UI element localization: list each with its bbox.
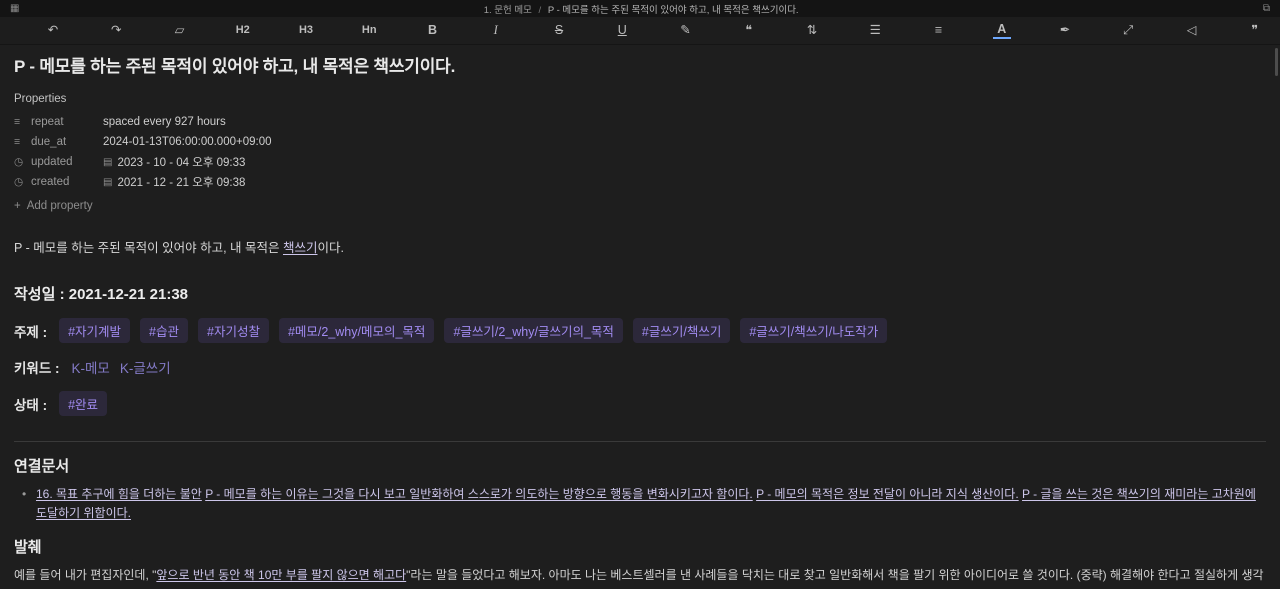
keyword-row: 키워드 : K-메모 K-글쓰기 [14, 357, 1266, 377]
properties-list: ≡ repeat spaced every 927 hours ≡ due_at… [14, 112, 1266, 192]
keyword-label: 키워드 : [14, 361, 60, 376]
excerpt-quote-link[interactable]: 앞으로 반년 동안 책 10만 부를 팔지 않으면 해고다 [156, 568, 406, 582]
property-row-created[interactable]: ◷ created ▤ 2021 - 12 - 21 오후 09:38 [14, 172, 1266, 192]
bullet-list-icon[interactable]: ☰ [866, 21, 884, 41]
text-color-icon[interactable]: A [992, 23, 1011, 39]
speaker-icon[interactable]: ◁ [1183, 21, 1201, 41]
underline-icon[interactable]: U [613, 21, 631, 41]
add-property-button[interactable]: + Add property [14, 200, 1266, 212]
clock-icon: ◷ [14, 156, 24, 168]
italic-icon[interactable]: I [487, 21, 505, 41]
topic-row: 주제 : #자기계발 #습관 #자기성찰 #메모/2_why/메모의_목적 #글… [14, 318, 1266, 343]
plus-icon: + [14, 200, 21, 212]
keyword-link[interactable]: K-메모 [72, 357, 110, 377]
tag[interactable]: #글쓰기/책쓰기/나도작가 [740, 318, 888, 343]
tag[interactable]: #글쓰기/책쓰기 [632, 318, 731, 343]
excerpt-heading: 발췌 [14, 539, 42, 557]
status-row: 상태 : #완료 [14, 391, 1266, 416]
scrollbar[interactable] [1275, 48, 1278, 76]
undo-icon[interactable]: ↶ [44, 21, 62, 41]
tag[interactable]: #자기계발 [59, 318, 131, 343]
property-key: due_at [31, 136, 67, 148]
topbar: ▦ 1. 문헌 메모 / P - 메모를 하는 주된 목적이 있어야 하고, 내… [0, 0, 1280, 17]
connected-doc-link[interactable]: P - 메모를 하는 이유는 그것을 다시 보고 일반화하여 스스로가 의도하는… [205, 487, 753, 501]
align-icon[interactable]: ≡ [930, 21, 948, 41]
note-title: P - 메모를 하는 주된 목적이 있어야 하고, 내 목적은 책쓰기이다. [14, 57, 456, 76]
headingn-icon[interactable]: Hn [360, 21, 378, 41]
list-icon: ≡ [14, 116, 21, 128]
calendar-icon: ▤ [103, 156, 113, 168]
intro-paragraph: P - 메모를 하는 주된 목적이 있어야 하고, 내 목적은 책쓰기이다. [14, 237, 1266, 256]
intro-link[interactable]: 책쓰기 [283, 241, 318, 255]
property-key: created [31, 176, 70, 188]
properties-heading[interactable]: Properties [14, 93, 1266, 105]
property-value[interactable]: 2024-01-13T06:00:00.000+09:00 [103, 136, 272, 148]
excerpt-paragraph: 예를 들어 내가 편집자인데, "앞으로 반년 동안 책 10만 부를 팔지 않… [14, 565, 1266, 589]
highlighter-icon[interactable]: ✎ [677, 21, 695, 41]
created-date-heading: 작성일 : 2021-12-21 21:38 [14, 283, 1266, 304]
line-spacing-icon[interactable]: ⇅ [803, 21, 821, 41]
status-label: 상태 : [14, 397, 48, 413]
intro-text: P - 메모를 하는 주된 목적이 있어야 하고, 내 목적은 [14, 241, 283, 255]
add-property-label: Add property [26, 200, 93, 212]
divider [14, 441, 1266, 442]
status-tag[interactable]: #완료 [59, 391, 108, 416]
blockquote-icon[interactable]: ❞ [1246, 21, 1264, 41]
ink-icon[interactable]: ✒ [1056, 21, 1074, 41]
strikethrough-icon[interactable]: S [550, 21, 568, 41]
intro-text-end: 이다. [317, 241, 344, 255]
property-row-repeat[interactable]: ≡ repeat spaced every 927 hours [14, 112, 1266, 132]
list-item: 16. 목표 추구에 힘을 더하는 불안 P - 메모를 하는 이유는 그것을 … [14, 485, 1266, 523]
window-toggle-icon[interactable]: ⧉ [1263, 3, 1270, 14]
created-date-label: 작성일 : [14, 286, 65, 303]
connected-docs-list: 16. 목표 추구에 힘을 더하는 불안 P - 메모를 하는 이유는 그것을 … [14, 485, 1266, 523]
calendar-icon: ▤ [103, 176, 113, 188]
tag[interactable]: #글쓰기/2_why/글쓰기의_목적 [444, 318, 623, 343]
redo-icon[interactable]: ↷ [107, 21, 125, 41]
connected-doc-link[interactable]: 16. 목표 추구에 힘을 더하는 불안 [36, 487, 202, 501]
property-value[interactable]: spaced every 927 hours [103, 116, 226, 128]
note-content: P - 메모를 하는 주된 목적이 있어야 하고, 내 목적은 책쓰기이다. P… [0, 45, 1280, 589]
breadcrumb-separator: / [538, 4, 542, 16]
property-row-due-at[interactable]: ≡ due_at 2024-01-13T06:00:00.000+09:00 [14, 132, 1266, 152]
formatting-toolbar: ↶ ↷ ▱ H2 H3 Hn B I S U ✎ ❝ ⇅ ☰ ≡ A ✒ ⤢ ◁… [0, 17, 1280, 45]
heading3-icon[interactable]: H3 [297, 21, 315, 41]
quote-icon[interactable]: ❝ [740, 21, 758, 41]
created-date-value: 2021-12-21 21:38 [68, 286, 189, 303]
property-value[interactable]: ▤ 2021 - 12 - 21 오후 09:38 [103, 174, 245, 190]
list-icon: ≡ [14, 136, 21, 148]
clock-icon: ◷ [14, 176, 24, 188]
property-value[interactable]: ▤ 2023 - 10 - 04 오후 09:33 [103, 154, 245, 170]
eraser-icon[interactable]: ▱ [171, 21, 189, 41]
excerpt-text: 예를 들어 내가 편집자인데, " [14, 568, 157, 583]
property-row-updated[interactable]: ◷ updated ▤ 2023 - 10 - 04 오후 09:33 [14, 152, 1266, 172]
keyword-link[interactable]: K-글쓰기 [120, 357, 171, 377]
breadcrumb: 1. 문헌 메모 / P - 메모를 하는 주된 목적이 있어야 하고, 내 목… [19, 2, 1262, 16]
tag[interactable]: #습관 [140, 318, 188, 343]
heading2-icon[interactable]: H2 [234, 21, 252, 41]
property-key: repeat [31, 116, 64, 128]
connected-doc-link[interactable]: P - 메모의 목적은 정보 전달이 아니라 지식 생산이다. [756, 487, 1019, 501]
menu-icon[interactable]: ▦ [10, 3, 19, 14]
tag[interactable]: #메모/2_why/메모의_목적 [278, 318, 435, 343]
tag[interactable]: #자기성찰 [198, 318, 269, 343]
fullscreen-icon[interactable]: ⤢ [1119, 21, 1137, 41]
property-date-text: 2023 - 10 - 04 오후 09:33 [117, 157, 246, 169]
property-key: updated [31, 156, 73, 168]
breadcrumb-current: P - 메모를 하는 주된 목적이 있어야 하고, 내 목적은 책쓰기이다. [547, 4, 799, 16]
topic-label: 주제 : [14, 324, 48, 340]
breadcrumb-path[interactable]: 1. 문헌 메모 [484, 5, 532, 16]
bold-icon[interactable]: B [424, 21, 442, 41]
connected-docs-heading: 연결문서 [14, 458, 70, 475]
property-date-text: 2021 - 12 - 21 오후 09:38 [117, 177, 246, 189]
properties-panel: Properties ≡ repeat spaced every 927 hou… [14, 93, 1266, 212]
